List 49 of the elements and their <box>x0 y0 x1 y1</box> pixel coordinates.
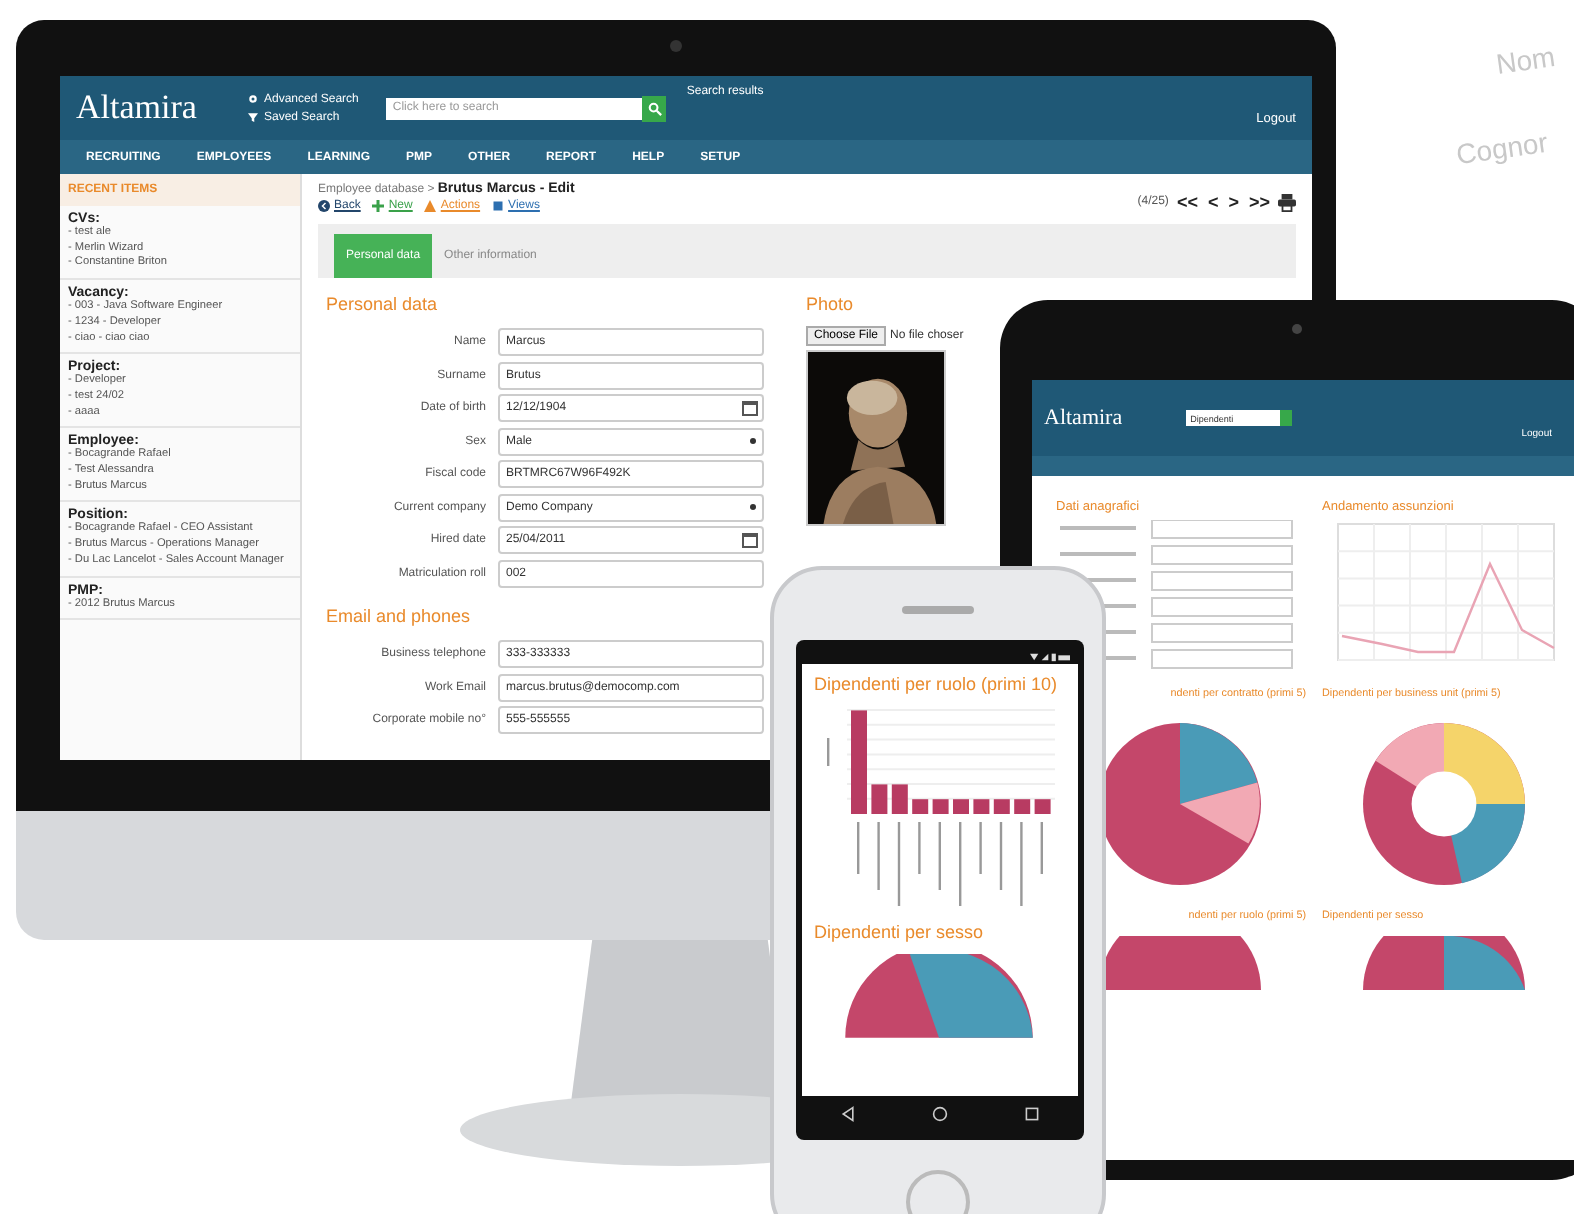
chart-bar <box>1034 799 1051 814</box>
chart-bar <box>1014 799 1031 814</box>
filter-icon <box>248 112 258 122</box>
pager-button[interactable]: >> <box>1246 192 1272 212</box>
home-icon[interactable] <box>932 1106 948 1122</box>
chart-bar <box>912 799 929 814</box>
dropdown-dot-icon <box>750 504 756 511</box>
search-icon <box>647 101 662 115</box>
chart-bar <box>932 799 949 814</box>
calendar-icon[interactable] <box>742 400 758 417</box>
axis-label-mark <box>1020 822 1023 906</box>
warning-icon <box>424 200 437 212</box>
axis-label-mark <box>1040 822 1043 874</box>
chart-bar <box>891 784 908 814</box>
back-icon[interactable] <box>840 1106 856 1122</box>
square-icon <box>492 200 505 212</box>
pager-button[interactable]: > <box>1226 192 1241 212</box>
gear-icon <box>248 94 258 104</box>
status-icons <box>1030 651 1070 661</box>
axis-label-mark <box>959 822 962 906</box>
dropdown-dot-icon <box>750 438 756 445</box>
axis-label-mark <box>918 822 921 874</box>
plus-icon <box>372 200 385 212</box>
printer-icon[interactable] <box>1278 193 1296 211</box>
chart-bar <box>871 784 888 814</box>
section-heading: Email and phones <box>326 606 473 626</box>
calendar-icon[interactable] <box>742 532 758 549</box>
chart-bar <box>851 710 867 814</box>
pager-button[interactable]: << <box>1174 192 1200 212</box>
axis-label-mark <box>999 822 1003 890</box>
section-heading: Photo <box>806 294 856 314</box>
chart-bar <box>973 799 990 814</box>
chart-title: Dipendenti per sesso <box>814 922 986 942</box>
axis-label-mark <box>877 822 880 890</box>
chart-bar <box>953 799 969 814</box>
section-heading: Personal data <box>326 294 440 314</box>
axis-title-mark <box>827 738 830 766</box>
chart-title: Dipendenti per ruolo (primi 10) <box>814 674 1060 694</box>
recents-icon[interactable] <box>1024 1106 1040 1122</box>
axis-label-mark <box>938 822 941 890</box>
axis-label-mark <box>979 822 982 874</box>
axis-label-mark <box>857 822 860 874</box>
logo: Altamira <box>1044 406 1123 430</box>
axis-label-mark <box>897 822 901 906</box>
search-button[interactable] <box>642 95 667 121</box>
back-icon <box>318 200 330 212</box>
logo: Altamira <box>76 88 199 128</box>
chart-bar <box>993 799 1010 814</box>
pager-button[interactable]: < <box>1205 192 1221 212</box>
